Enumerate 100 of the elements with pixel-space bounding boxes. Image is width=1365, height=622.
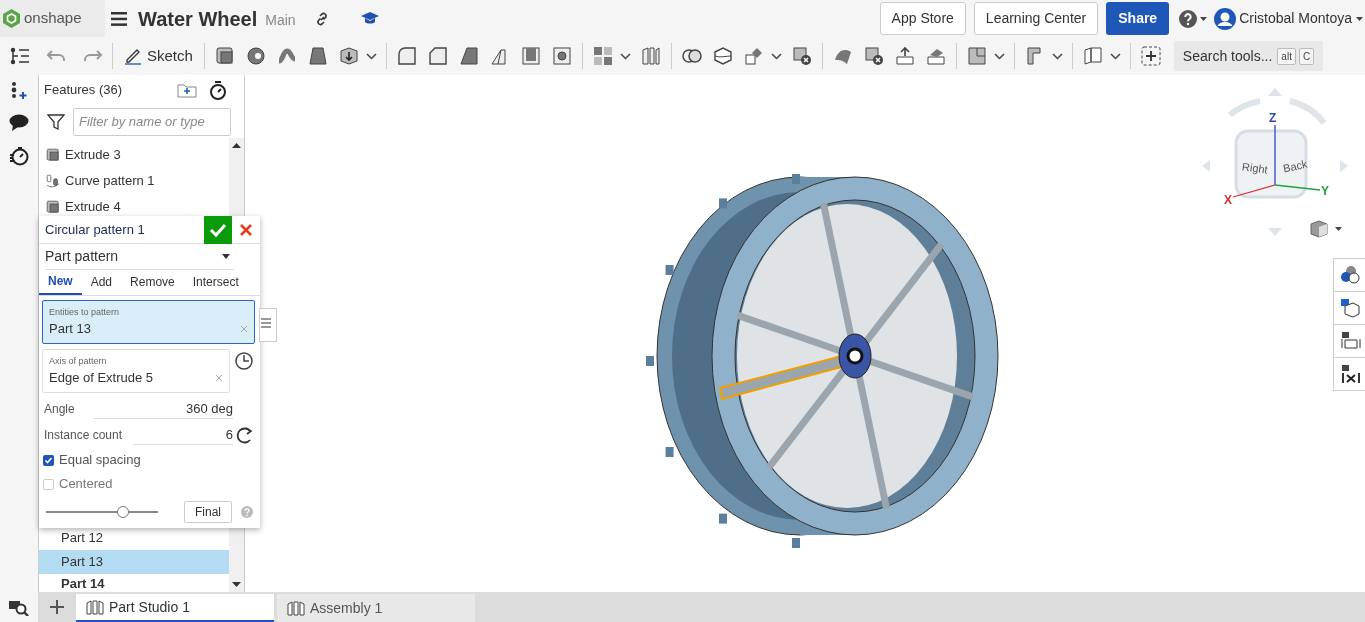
disc-icon[interactable] xyxy=(244,45,267,67)
checkbox[interactable] xyxy=(43,478,54,490)
help-icon[interactable] xyxy=(1179,9,1198,28)
feature-item[interactable]: Extrude 4 xyxy=(39,194,229,220)
header-button[interactable]: App Store xyxy=(879,2,966,35)
variable-cube-icon xyxy=(1338,330,1361,352)
stopwatch-icon[interactable] xyxy=(9,146,29,166)
caret-icon[interactable] xyxy=(1200,16,1208,21)
clock-icon[interactable] xyxy=(235,352,253,370)
add-variable-icon[interactable] xyxy=(9,80,29,100)
branch-label: Main xyxy=(265,10,296,30)
feature-label: Extrude 4 xyxy=(65,198,121,217)
new-folder-icon[interactable] xyxy=(177,82,197,98)
shortcut-key: alt xyxy=(1277,47,1296,65)
pattern-type-dropdown[interactable]: Part pattern xyxy=(45,244,234,270)
checkbox-label: Centered xyxy=(59,475,113,494)
field-label: Axis of pattern xyxy=(49,354,108,368)
beveled-block-icon[interactable] xyxy=(426,45,449,67)
feature-item[interactable]: Extrude 3 xyxy=(39,142,229,168)
field-value: Part 13 xyxy=(49,320,91,338)
delete-icon[interactable] xyxy=(790,45,813,67)
stopwatch-icon[interactable] xyxy=(209,80,227,100)
hole-icon[interactable] xyxy=(550,45,573,67)
menu-icon[interactable] xyxy=(111,11,127,26)
shell-icon[interactable] xyxy=(519,45,542,67)
flip-direction-icon[interactable] xyxy=(235,426,255,444)
box-icon[interactable] xyxy=(213,45,236,67)
list-icon[interactable] xyxy=(259,308,277,342)
operation-tab[interactable]: Remove xyxy=(121,269,184,295)
filter-field[interactable]: Filter by name or type xyxy=(73,107,231,136)
wedge-icon[interactable] xyxy=(457,45,480,67)
user-name[interactable]: Cristobal Montoya xyxy=(1239,8,1352,29)
chevron-down-icon[interactable] xyxy=(770,52,782,60)
axis-label: Y xyxy=(1321,183,1329,200)
cube-icon[interactable] xyxy=(1310,220,1328,238)
feature-label: Extrude 3 xyxy=(65,146,121,165)
selection-field[interactable]: Axis of pattern Edge of Extrude 5 xyxy=(42,349,230,393)
scroll-down-icon[interactable] xyxy=(232,582,241,587)
document-tab[interactable]: Part Studio 1 xyxy=(76,594,274,622)
feature-list-icon[interactable] xyxy=(10,47,30,65)
cube-grid-icon xyxy=(1338,297,1361,319)
slider-track[interactable] xyxy=(46,506,158,518)
check-icon[interactable] xyxy=(204,215,232,244)
checkbox[interactable] xyxy=(43,454,54,466)
field-label: Angle xyxy=(44,401,75,418)
number-field[interactable]: 360 deg xyxy=(93,398,233,420)
hexagon-logo-icon xyxy=(3,9,20,28)
comment-icon[interactable] xyxy=(9,114,29,132)
part-item[interactable]: Part 14 xyxy=(39,574,229,592)
chevron-down-icon[interactable] xyxy=(1109,52,1121,60)
caret-icon[interactable] xyxy=(1335,227,1342,231)
user-avatar-icon[interactable] xyxy=(1214,7,1237,30)
logo-text: onshape xyxy=(24,8,82,29)
caret-icon[interactable] xyxy=(1356,16,1363,21)
panel-title: Features (36) xyxy=(44,81,123,100)
pattern-icon xyxy=(45,173,61,189)
document-tab[interactable]: Assembly 1 xyxy=(277,594,475,622)
plus-icon xyxy=(50,600,64,614)
sketch-button[interactable]: Sketch xyxy=(122,44,195,68)
rounded-block-icon[interactable] xyxy=(395,45,418,67)
operation-tab[interactable]: New xyxy=(39,269,82,295)
document-title[interactable]: Water Wheel xyxy=(138,3,258,34)
part-item[interactable]: Part 13 xyxy=(39,550,229,574)
chevron-down-icon[interactable] xyxy=(619,52,631,60)
chevron-down-icon[interactable] xyxy=(1051,52,1063,60)
cube-icon[interactable] xyxy=(337,45,360,67)
slab-icon[interactable] xyxy=(711,45,734,67)
header-button[interactable]: Learning Center xyxy=(973,2,1099,35)
add-icon[interactable] xyxy=(1139,45,1162,67)
cube-face-label[interactable]: Back xyxy=(1281,155,1309,177)
sheet-icon[interactable] xyxy=(1081,45,1104,67)
cube-face-label[interactable]: Right xyxy=(1241,158,1269,179)
checkbox-label: Equal spacing xyxy=(59,451,141,470)
selection-field[interactable]: Entities to pattern Part 13 xyxy=(42,300,255,344)
axis-label: Z xyxy=(1269,110,1277,127)
chevron-down-icon[interactable] xyxy=(365,52,377,60)
parts-icon xyxy=(86,598,104,616)
zoom-icon[interactable] xyxy=(9,600,29,616)
number-field[interactable]: 6 xyxy=(133,424,233,446)
header-button[interactable]: Share xyxy=(1106,2,1170,35)
part-item[interactable]: Part 12 xyxy=(39,526,229,550)
search-tools-field[interactable]: Search tools... alt C xyxy=(1173,41,1324,71)
plane-icon[interactable] xyxy=(965,45,988,67)
panels-icon[interactable] xyxy=(639,45,662,67)
chevron-down-icon[interactable] xyxy=(993,52,1005,60)
frustum-icon[interactable] xyxy=(306,45,329,67)
upload-tray-icon[interactable] xyxy=(893,45,916,67)
slider-thumb[interactable] xyxy=(117,506,130,518)
filter-icon[interactable] xyxy=(47,112,65,131)
graduation-cap-icon[interactable] xyxy=(360,11,379,26)
grid-icon[interactable] xyxy=(591,45,614,67)
field-label: Instance count xyxy=(44,427,123,444)
scroll-up-icon[interactable] xyxy=(232,143,241,148)
onshape-logo[interactable]: onshape xyxy=(0,0,105,37)
transform-icon[interactable] xyxy=(742,45,765,67)
operation-tab[interactable]: Add xyxy=(81,269,122,295)
delete-icon[interactable] xyxy=(862,45,885,67)
feature-item[interactable]: Curve pattern 1 xyxy=(39,168,229,194)
operation-tab[interactable]: Intersect xyxy=(183,269,248,295)
final-button[interactable]: Final xyxy=(184,501,232,523)
